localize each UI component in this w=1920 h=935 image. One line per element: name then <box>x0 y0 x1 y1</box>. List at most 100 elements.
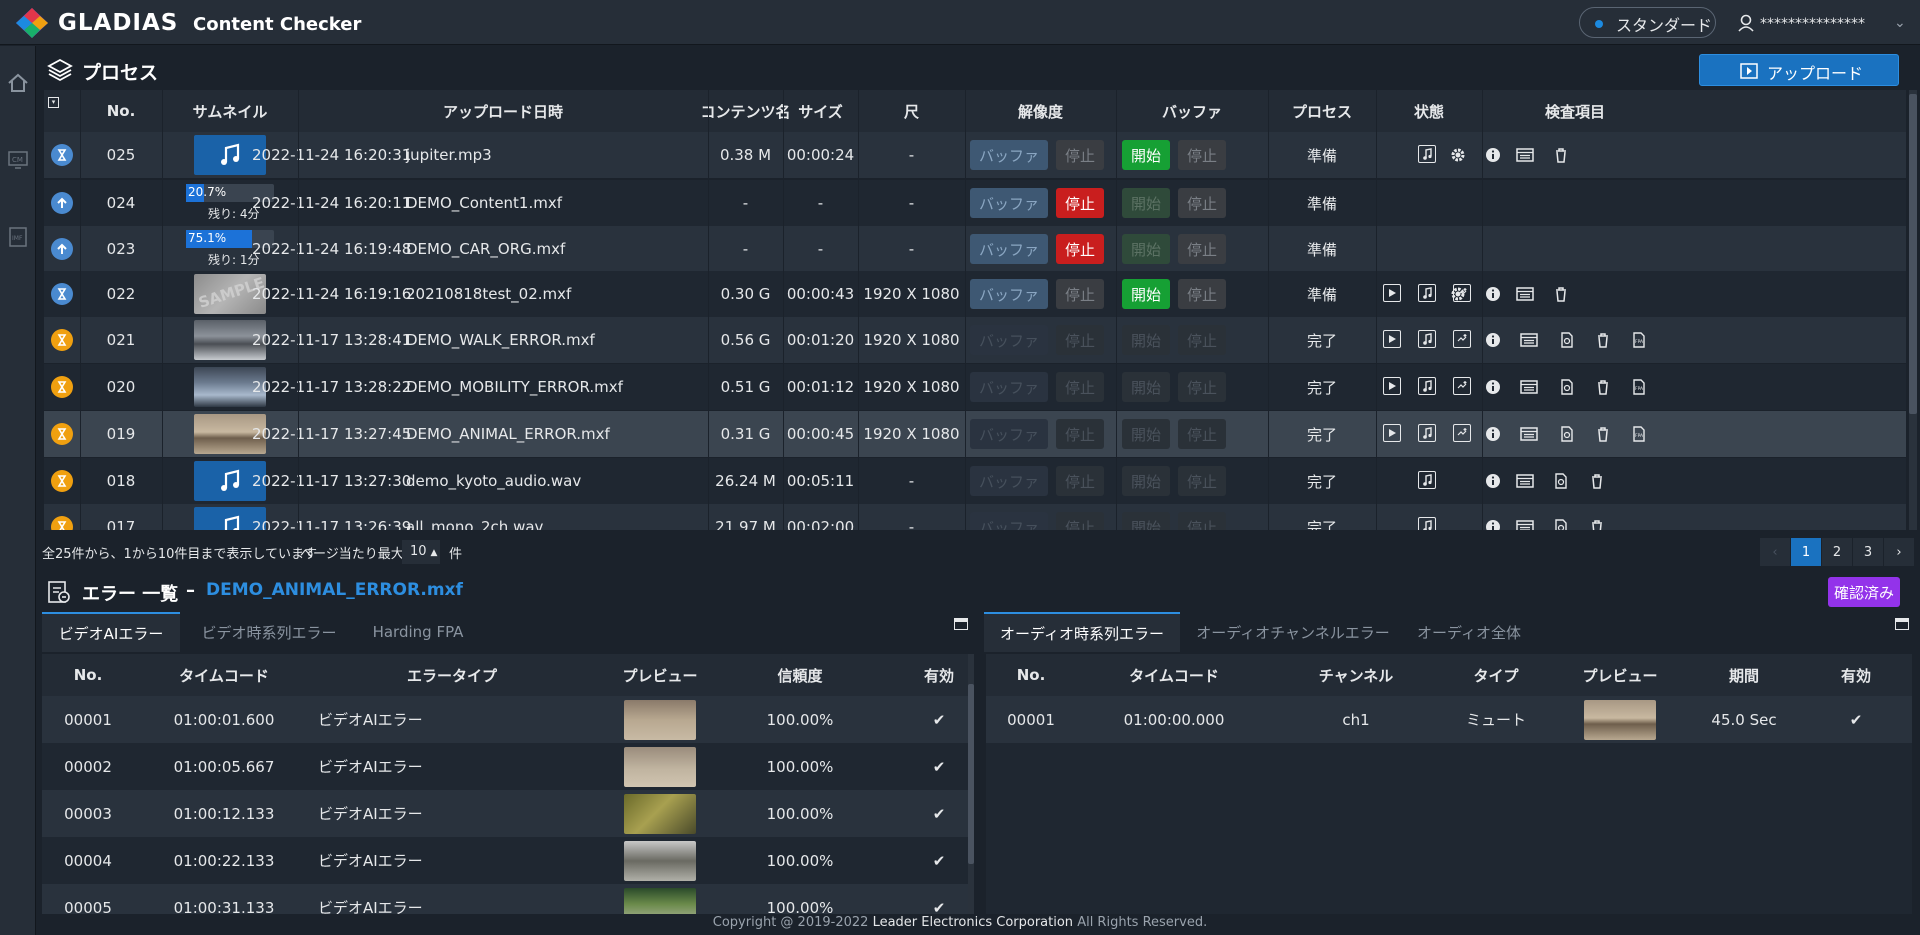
valid-check-icon[interactable]: ✔ <box>870 790 968 837</box>
process-row[interactable]: 023 75.1% 残り: 1分 2022-11-24 16:19:48 DEMO_CA… <box>44 226 1906 272</box>
valid-check-icon[interactable]: ✔ <box>870 884 968 915</box>
info-icon[interactable] <box>1483 424 1503 444</box>
buffer-button[interactable]: バッファ <box>970 419 1048 449</box>
buffer-stop-button[interactable]: 停止 <box>1056 188 1104 218</box>
buffer-stop-button[interactable]: 停止 <box>1056 372 1104 402</box>
play-inspection-icon[interactable] <box>1383 377 1401 395</box>
content-name[interactable]: all_mono_2ch.wav <box>398 504 698 530</box>
process-row[interactable]: 024 20.7% 残り: 4分 2022-11-24 16:20:11 DEMO_Co… <box>44 180 1906 226</box>
details-icon[interactable] <box>1515 145 1535 165</box>
process-start-button[interactable]: 開始 <box>1122 140 1170 170</box>
content-name[interactable]: DEMO_Content1.mxf <box>398 180 698 226</box>
column-header[interactable]: エラータイプ <box>314 654 590 696</box>
video-error-row[interactable]: 00005 01:00:31.133 ビデオAIエラー 100.00% ✔ <box>42 884 968 914</box>
details-icon[interactable] <box>1519 424 1539 444</box>
trash-icon[interactable] <box>1551 145 1571 165</box>
process-start-button[interactable]: 開始 <box>1122 188 1170 218</box>
column-header[interactable]: チャンネル <box>1272 654 1440 696</box>
process-row[interactable]: 018 2022-11-17 13:27:30 demo_kyoto_audio.w… <box>44 458 1906 504</box>
valid-check-icon[interactable]: ✔ <box>870 743 968 790</box>
fpa-report-icon[interactable]: FPA <box>1629 424 1649 444</box>
column-header[interactable]: 有効 <box>870 654 968 696</box>
trash-icon[interactable] <box>1593 377 1613 397</box>
column-header[interactable]: 有効 <box>1800 654 1912 696</box>
content-name[interactable]: demo_kyoto_audio.wav <box>398 458 698 504</box>
image-inspection-icon[interactable] <box>1453 330 1471 348</box>
preview-thumbnail[interactable] <box>624 746 696 787</box>
process-start-button[interactable]: 開始 <box>1122 234 1170 264</box>
column-header[interactable]: プロセス <box>1268 90 1376 132</box>
process-stop-button[interactable]: 停止 <box>1178 419 1226 449</box>
error-file-name[interactable]: DEMO_ANIMAL_ERROR.mxf <box>206 580 463 600</box>
info-icon[interactable] <box>1483 330 1503 350</box>
buffer-stop-button[interactable]: 停止 <box>1056 466 1104 496</box>
gladias-logo[interactable] <box>14 6 50 40</box>
audio-inspection-icon[interactable] <box>1418 284 1436 302</box>
report-icon[interactable] <box>1551 517 1571 530</box>
process-row[interactable]: 025 2022-11-24 16:20:31 jupiter.mp3 0.38 M0… <box>44 132 1906 178</box>
column-header[interactable]: 期間 <box>1688 654 1800 696</box>
report-icon[interactable] <box>1557 377 1577 397</box>
process-row[interactable]: 020 2022-11-17 13:28:22 DEMO_MOBILITY_ERRO… <box>44 364 1906 410</box>
buffer-button[interactable]: バッファ <box>970 140 1048 170</box>
column-header[interactable]: 尺 <box>858 90 965 132</box>
page-next[interactable]: › <box>1884 538 1914 566</box>
timecode[interactable]: 01:00:05.667 <box>134 743 314 790</box>
timecode[interactable]: 01:00:12.133 <box>134 790 314 837</box>
info-icon[interactable] <box>1483 517 1503 530</box>
cm-icon[interactable]: CM <box>7 149 29 171</box>
report-icon[interactable] <box>1557 424 1577 444</box>
preview-thumbnail[interactable] <box>624 887 696 914</box>
video-error-row[interactable]: 00003 01:00:12.133 ビデオAIエラー 100.00% ✔ <box>42 790 968 837</box>
column-header[interactable]: プレビュー <box>1552 654 1688 696</box>
column-header[interactable]: 解像度 <box>965 90 1116 132</box>
process-start-button[interactable]: 開始 <box>1122 279 1170 309</box>
column-header[interactable]: 信頼度 <box>730 654 870 696</box>
column-header[interactable]: バッファ <box>1116 90 1268 132</box>
trash-icon[interactable] <box>1587 517 1607 530</box>
process-row[interactable]: 017 2022-11-17 13:26:39 all_mono_2ch.wav 21… <box>44 504 1906 530</box>
fpa-report-icon[interactable]: FPA <box>1629 330 1649 350</box>
timecode[interactable]: 01:00:22.133 <box>134 837 314 884</box>
page-1[interactable]: 1 <box>1791 538 1821 566</box>
buffer-stop-button[interactable]: 停止 <box>1056 279 1104 309</box>
audio-inspection-icon[interactable] <box>1418 424 1436 442</box>
buffer-button[interactable]: バッファ <box>970 325 1048 355</box>
buffer-button[interactable]: バッファ <box>970 466 1048 496</box>
valid-check-icon[interactable]: ✔ <box>1800 696 1912 743</box>
buffer-button[interactable]: バッファ <box>970 279 1048 309</box>
content-name[interactable]: DEMO_CAR_ORG.mxf <box>398 226 698 272</box>
process-stop-button[interactable]: 停止 <box>1178 466 1226 496</box>
filter-icon[interactable]: ▾ <box>48 97 59 108</box>
page-prev[interactable]: ‹ <box>1760 538 1790 566</box>
trash-icon[interactable] <box>1587 471 1607 491</box>
play-inspection-icon[interactable] <box>1383 284 1401 302</box>
tab[interactable]: Harding FPA <box>358 612 478 652</box>
tab[interactable]: オーディオ時系列エラー <box>984 612 1180 652</box>
details-icon[interactable] <box>1519 330 1539 350</box>
tab[interactable]: ビデオ時系列エラー <box>180 612 358 652</box>
video-scrollbar[interactable] <box>968 654 974 914</box>
column-header[interactable]: No. <box>80 90 162 132</box>
process-scrollbar[interactable] <box>1909 90 1917 530</box>
report-icon[interactable] <box>1557 330 1577 350</box>
info-icon[interactable] <box>1483 377 1503 397</box>
content-name[interactable]: jupiter.mp3 <box>398 132 698 178</box>
plan-badge[interactable]: スタンダード <box>1579 7 1716 38</box>
column-header[interactable]: タイプ <box>1440 654 1552 696</box>
play-inspection-icon[interactable] <box>1383 330 1401 348</box>
imf-icon[interactable]: IMF <box>7 226 29 248</box>
column-header[interactable]: アップロード日時 <box>298 90 708 132</box>
content-name[interactable]: 20210818test_02.mxf <box>398 271 698 317</box>
preview-thumbnail[interactable] <box>1584 699 1656 740</box>
minimize-icon[interactable] <box>1895 618 1909 630</box>
column-header[interactable]: コンテンツ名 <box>701 90 791 132</box>
audio-inspection-icon[interactable] <box>1418 145 1436 163</box>
process-start-button[interactable]: 開始 <box>1122 325 1170 355</box>
buffer-button[interactable]: バッファ <box>970 372 1048 402</box>
process-row[interactable]: 021 2022-11-17 13:28:41 DEMO_WALK_ERROR.mx… <box>44 317 1906 363</box>
page-2[interactable]: 2 <box>1822 538 1852 566</box>
content-name[interactable]: DEMO_ANIMAL_ERROR.mxf <box>398 411 698 457</box>
info-icon[interactable] <box>1483 284 1503 304</box>
valid-check-icon[interactable]: ✔ <box>870 837 968 884</box>
